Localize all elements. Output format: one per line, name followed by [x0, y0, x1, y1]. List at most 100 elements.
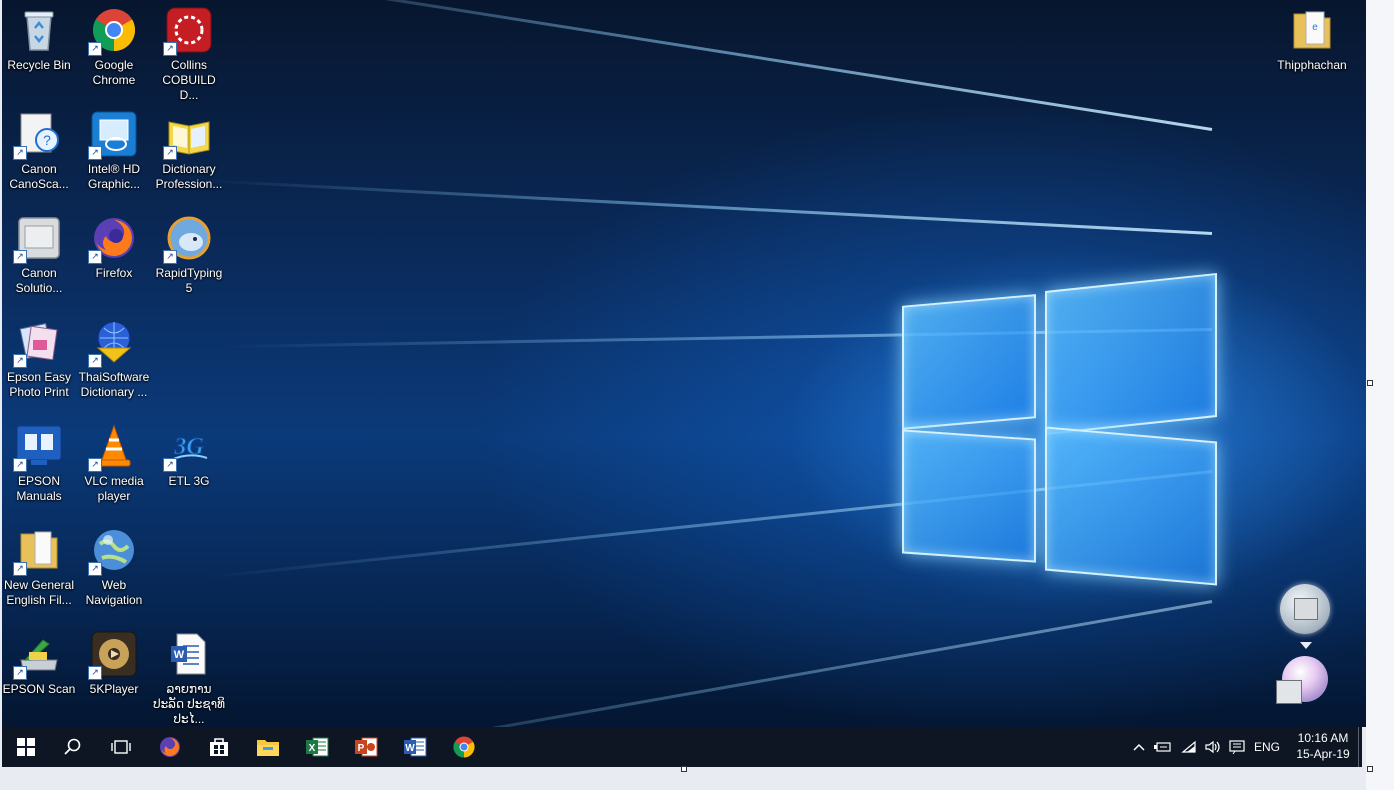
svg-text:X: X	[309, 743, 316, 754]
desktop-icon-dictionary-professional[interactable]: ↗ Dictionary Profession...	[152, 104, 226, 192]
folder-icon: e	[1288, 6, 1336, 54]
taskbar-file-explorer[interactable]	[248, 731, 288, 763]
desktop-icon-label: Canon Solutio...	[15, 266, 63, 295]
web-navigation-icon: ↗	[88, 526, 138, 576]
shortcut-arrow-icon: ↗	[88, 666, 102, 680]
solution-menu-icon	[1294, 598, 1318, 620]
desktop-icon-label: EPSON Manuals	[16, 474, 62, 503]
task-view-button[interactable]	[101, 731, 141, 763]
canon-solution-menu-icon: ↗	[13, 214, 63, 264]
input-indicator-button[interactable]	[1226, 727, 1248, 767]
svg-text:e: e	[1312, 22, 1318, 33]
desktop-icon-word-document[interactable]: W ລາຍການປະລັດ ປະຊາທິປະໄ...	[152, 624, 226, 727]
etl-3g-icon: 3G ↗	[163, 422, 213, 472]
shortcut-arrow-icon: ↗	[88, 458, 102, 472]
start-button[interactable]	[6, 731, 46, 763]
svg-text:W: W	[405, 743, 415, 754]
svg-text:P: P	[358, 743, 365, 754]
shortcut-arrow-icon: ↗	[88, 562, 102, 576]
desktop-icon-label: Dictionary Profession...	[155, 162, 223, 191]
shortcut-arrow-icon: ↗	[163, 250, 177, 264]
thaisoftware-dictionary-icon: ↗	[88, 318, 138, 368]
shortcut-arrow-icon: ↗	[88, 42, 102, 56]
desktop-icon-canon-canoscan[interactable]: ? ↗ Canon CanoSca...	[2, 104, 76, 192]
language-indicator[interactable]: ENG	[1250, 727, 1284, 767]
windows-logo-pane	[902, 294, 1036, 430]
desktop-icon-canon-solution-menu[interactable]: ↗ Canon Solutio...	[2, 208, 76, 296]
taskbar-store[interactable]	[199, 731, 239, 763]
chevron-up-icon	[1133, 743, 1145, 751]
taskbar-chrome[interactable]	[444, 731, 484, 763]
desktop-icon-vlc[interactable]: ↗ VLC media player	[77, 416, 151, 504]
store-icon	[210, 738, 228, 756]
5kplayer-icon: ↗	[88, 630, 138, 680]
desktop-icon-epson-easy-photo-print[interactable]: ↗ Epson Easy Photo Print	[2, 312, 76, 400]
intel-hd-graphics-icon: ↗	[88, 110, 138, 160]
desktop-icon-epson-scan[interactable]: ↗ EPSON Scan	[2, 624, 76, 697]
chevron-down-icon[interactable]	[1300, 642, 1312, 649]
desktop[interactable]: Recycle Bin ? ↗ Canon CanoSca... ↗ Canon…	[2, 0, 1366, 727]
desktop-icon-thipphachan[interactable]: e Thipphachan	[1275, 0, 1349, 73]
taskbar: X P W ENG 10:16 AM 15-Apr-19	[2, 727, 1362, 767]
desktop-icon-firefox[interactable]: ↗ Firefox	[77, 208, 151, 281]
canon-canoscan-icon: ? ↗	[13, 110, 63, 160]
shortcut-arrow-icon: ↗	[163, 146, 177, 160]
collins-cobuild-icon: ↗	[163, 6, 213, 56]
desktop-icon-collins-cobuild[interactable]: ↗ Collins COBUILD D...	[152, 0, 226, 103]
desktop-icon-label: Web Navigation	[85, 578, 143, 607]
battery-icon	[1154, 742, 1171, 752]
resize-handle[interactable]	[1367, 380, 1373, 386]
vlc-icon: ↗	[88, 422, 138, 472]
epson-easy-photo-print-icon: ↗	[13, 318, 63, 368]
battery-tray-button[interactable]	[1152, 727, 1174, 767]
taskbar-firefox[interactable]	[150, 731, 190, 763]
solution-menu-small-icon[interactable]	[1276, 680, 1302, 704]
desktop-icon-rapidtyping[interactable]: ↗ RapidTyping 5	[152, 208, 226, 296]
desktop-icon-web-navigation[interactable]: ↗ Web Navigation	[77, 520, 151, 608]
shortcut-arrow-icon: ↗	[88, 146, 102, 160]
desktop-icon-epson-manuals[interactable]: ↗ EPSON Manuals	[2, 416, 76, 504]
desktop-icon-5kplayer[interactable]: ↗ 5KPlayer	[77, 624, 151, 697]
clock-date: 15-Apr-19	[1296, 747, 1350, 761]
svg-text:W: W	[174, 649, 185, 661]
start-icon	[17, 738, 35, 756]
windows-logo-pane	[1045, 272, 1217, 436]
resize-handle[interactable]	[1367, 766, 1373, 772]
solution-menu-floating-button[interactable]	[1280, 584, 1330, 634]
epson-manuals-icon: ↗	[13, 422, 63, 472]
resize-handle[interactable]	[681, 766, 687, 772]
desktop-icon-etl-3g[interactable]: 3G ↗ ETL 3G	[152, 416, 226, 489]
taskbar-excel[interactable]: X	[297, 731, 337, 763]
desktop-icon-intel-hd-graphics[interactable]: ↗ Intel® HD Graphic...	[77, 104, 151, 192]
search-button[interactable]	[53, 731, 93, 763]
desktop-icon-new-general-english[interactable]: ↗ New General English Fil...	[2, 520, 76, 608]
wallpaper-beam	[194, 0, 1213, 131]
word-icon: W	[404, 737, 427, 757]
folder-icon: ↗	[13, 526, 63, 576]
screen: Recycle Bin ? ↗ Canon CanoSca... ↗ Canon…	[0, 0, 1394, 790]
chrome-icon: ↗	[88, 6, 138, 56]
recycle-bin-icon	[15, 6, 63, 54]
shortcut-arrow-icon: ↗	[88, 250, 102, 264]
clock[interactable]: 10:16 AM 15-Apr-19	[1288, 730, 1358, 762]
desktop-icon-label: EPSON Scan	[2, 682, 76, 696]
desktop-icon-recycle-bin[interactable]: Recycle Bin	[2, 0, 76, 73]
word-document-icon: W	[165, 630, 213, 678]
taskbar-word[interactable]: W	[395, 731, 435, 763]
taskbar-powerpoint[interactable]: P	[346, 731, 386, 763]
wallpaper-beam	[177, 600, 1213, 727]
shortcut-arrow-icon: ↗	[88, 354, 102, 368]
language-label: ENG	[1253, 740, 1280, 754]
shortcut-arrow-icon: ↗	[13, 354, 27, 368]
desktop-icon-google-chrome[interactable]: ↗ Google Chrome	[77, 0, 151, 88]
show-hidden-icons-button[interactable]	[1130, 727, 1148, 767]
show-desktop-button[interactable]	[1358, 727, 1363, 767]
window-edge	[1366, 0, 1394, 790]
desktop-icon-label: 5KPlayer	[89, 682, 139, 696]
volume-tray-button[interactable]	[1202, 727, 1224, 767]
desktop-icon-thaisoftware-dictionary[interactable]: ↗ ThaiSoftware Dictionary ...	[77, 312, 151, 400]
powerpoint-icon: P	[355, 737, 378, 757]
keyboard-icon	[1229, 740, 1245, 754]
network-tray-button[interactable]	[1178, 727, 1200, 767]
wallpaper-beam	[203, 179, 1213, 235]
